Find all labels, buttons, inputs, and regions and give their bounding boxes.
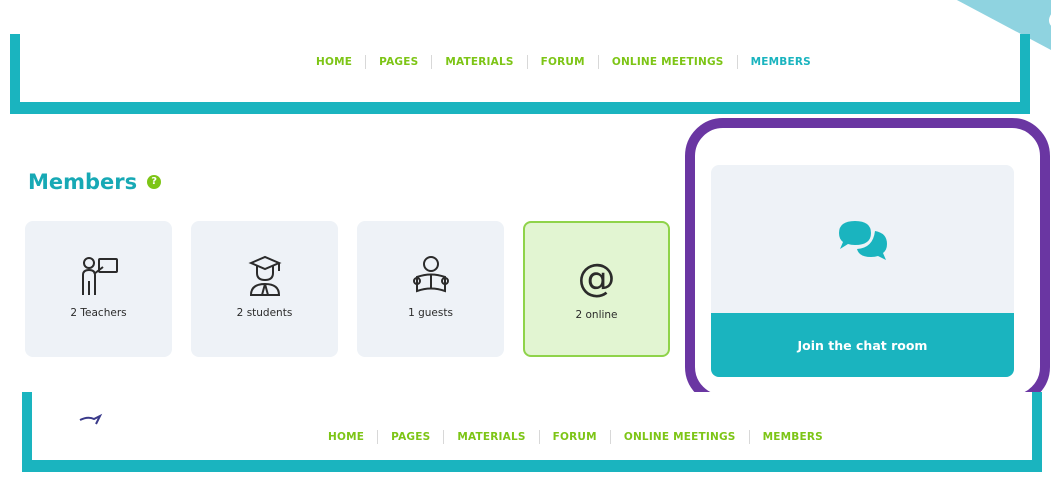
help-icon[interactable]: ? (147, 175, 162, 189)
members-heading: Members (28, 170, 138, 194)
online-card[interactable]: @ 2 online (523, 221, 670, 357)
top-nav-frame (10, 34, 1030, 114)
student-icon (191, 255, 338, 297)
nav-forum[interactable]: FORUM (540, 431, 610, 443)
nav-forum[interactable]: FORUM (528, 56, 598, 68)
nav-online-meetings[interactable]: ONLINE MEETINGS (599, 56, 737, 68)
students-count: 2 students (236, 307, 293, 319)
nav-home[interactable]: HOME (315, 431, 377, 443)
online-count: 2 online (575, 309, 618, 321)
logo-scribble-icon (79, 413, 103, 425)
page-title: Members ? (28, 170, 162, 194)
bottom-nav: HOME PAGES MATERIALS FORUM ONLINE MEETIN… (315, 427, 836, 447)
teacher-icon (25, 255, 172, 297)
guests-count: 1 guests (408, 307, 453, 319)
nav-pages[interactable]: PAGES (378, 431, 443, 443)
guests-card[interactable]: 1 guests (357, 221, 504, 357)
students-card[interactable]: 2 students (191, 221, 338, 357)
nav-members[interactable]: MEMBERS (738, 56, 824, 68)
chat-highlight-frame (685, 118, 1050, 405)
at-glyph: @ (577, 256, 616, 300)
nav-members[interactable]: MEMBERS (750, 431, 836, 443)
nav-materials[interactable]: MATERIALS (432, 56, 526, 68)
teachers-count: 2 Teachers (70, 307, 127, 319)
nav-materials[interactable]: MATERIALS (444, 431, 538, 443)
guest-icon (357, 255, 504, 297)
nav-pages[interactable]: PAGES (366, 56, 431, 68)
nav-online-meetings[interactable]: ONLINE MEETINGS (611, 431, 749, 443)
ribbon-text: o to (1040, 0, 1051, 66)
teachers-card[interactable]: 2 Teachers (25, 221, 172, 357)
top-nav: HOME PAGES MATERIALS FORUM ONLINE MEETIN… (303, 52, 824, 72)
at-icon: @ (525, 257, 668, 299)
nav-home[interactable]: HOME (303, 56, 365, 68)
